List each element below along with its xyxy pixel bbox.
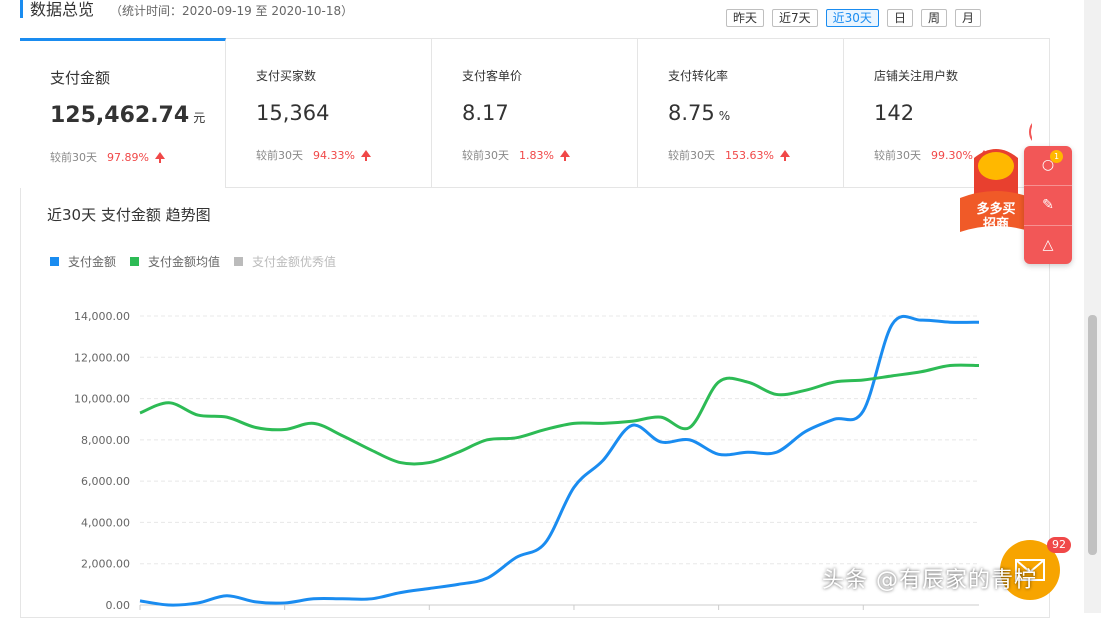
float-divider [1024, 225, 1072, 226]
kpi-compare-label: 较前30天 [50, 151, 97, 164]
kpi-value: 8.17 [462, 101, 513, 125]
kpi-value: 142 [874, 101, 918, 125]
range-month-button[interactable]: 月 [954, 9, 981, 27]
y-tick-label: 6,000.00 [81, 475, 130, 488]
range-buttons: 昨天 近7天 近30天 日 周 月 [726, 9, 981, 27]
range-day-button[interactable]: 日 [886, 9, 913, 27]
kpi-rate: 97.89% [107, 150, 149, 164]
float-toolbar: ○ ✎ △ [1024, 146, 1072, 264]
legend-label: 支付金额均值 [148, 255, 221, 269]
kpi-label: 店铺关注用户数 [874, 69, 959, 83]
y-tick-label: 12,000.00 [74, 351, 130, 364]
range-7days-button[interactable]: 近7天 [772, 9, 818, 27]
kpi-card-payment-amount[interactable]: 支付金额 125,462.74 元 较前30天 97.89% [20, 38, 226, 188]
legend-swatch [234, 257, 244, 266]
kpi-label: 支付转化率 [668, 69, 729, 83]
legend-item-average[interactable]: 支付金额均值 [130, 253, 220, 270]
chart-title: 近30天 支付金额 趋势图 [47, 206, 211, 224]
kpi-label: 支付金额 [50, 69, 111, 87]
series-line-1[interactable] [139, 363, 980, 466]
y-tick-label: 2,000.00 [81, 558, 130, 571]
kpi-compare-label: 较前30天 [874, 149, 921, 162]
stat-range: （统计时间：2020-09-19 至 2020-10-18） [110, 4, 354, 18]
kpi-number: 8.17 [462, 101, 509, 125]
legend-item-payment[interactable]: 支付金额 [50, 253, 116, 270]
kpi-value: 8.75% [668, 101, 730, 125]
y-tick-label: 10,000.00 [74, 393, 130, 406]
kpi-row: 支付金额 125,462.74 元 较前30天 97.89% 支付买家数 15,36… [20, 38, 1050, 188]
kpi-card-buyer-count[interactable]: 支付买家数 15,364 较前30天 94.33% [226, 38, 432, 188]
range-week-button[interactable]: 周 [920, 9, 947, 27]
legend-item-excellent[interactable]: 支付金额优秀值 [234, 253, 336, 270]
legend-swatch [50, 257, 59, 266]
kpi-number: 8.75 [668, 101, 715, 125]
kpi-value: 15,364 [256, 101, 333, 125]
kpi-compare-label: 较前30天 [668, 149, 715, 162]
mail-badge: 92 [1047, 537, 1071, 553]
kpi-number: 125,462.74 [50, 103, 190, 128]
arrow-up-stem [563, 155, 566, 161]
watermark: 头条 @有辰家的青柠 [822, 568, 1037, 593]
kpi-card-unit-price[interactable]: 支付客单价 8.17 较前30天 1.83% [432, 38, 638, 188]
edit-icon[interactable]: ✎ [1038, 195, 1058, 215]
promo-badge[interactable]: 多多买 招商 [960, 120, 1032, 236]
arrow-up-stem [783, 155, 786, 161]
chart-legend: 支付金额 支付金额均值 支付金额优秀值 [50, 253, 336, 270]
promo-text-line2: 招商 [983, 216, 1009, 232]
legend-label: 支付金额优秀值 [252, 255, 337, 269]
legend-label: 支付金额 [68, 255, 117, 269]
kpi-compare: 较前30天 94.33% [256, 147, 371, 163]
kpi-label: 支付客单价 [462, 69, 523, 83]
legend-swatch [130, 257, 140, 266]
warning-icon[interactable]: △ [1038, 235, 1058, 255]
kpi-compare: 较前30天 1.83% [462, 147, 570, 163]
scrollbar[interactable] [1084, 0, 1101, 613]
y-tick-label: 4,000.00 [81, 516, 130, 529]
float-divider [1024, 185, 1072, 186]
kpi-compare-label: 较前30天 [462, 149, 509, 162]
chat-badge: 1 [1050, 150, 1063, 163]
page-title: 数据总览 [30, 0, 95, 19]
y-tick-label: 8,000.00 [81, 434, 130, 447]
kpi-card-conversion-rate[interactable]: 支付转化率 8.75% 较前30天 153.63% [638, 38, 844, 188]
arrow-up-stem [158, 157, 161, 163]
kpi-unit: % [718, 109, 731, 123]
range-yesterday-button[interactable]: 昨天 [726, 9, 765, 27]
kpi-compare-label: 较前30天 [256, 149, 303, 162]
kpi-rate: 1.83% [519, 148, 554, 162]
y-tick-label: 0.00 [106, 599, 131, 612]
arrow-up-stem [364, 155, 367, 161]
kpi-number: 15,364 [256, 101, 330, 125]
promo-text-line1: 多多买 [976, 201, 1015, 217]
title-accent-bar [20, 0, 23, 18]
kpi-number: 142 [874, 101, 915, 125]
y-tick-label: 14,000.00 [74, 310, 130, 323]
range-30days-button[interactable]: 近30天 [825, 9, 879, 27]
kpi-value: 125,462.74 元 [50, 103, 205, 128]
kpi-label: 支付买家数 [256, 69, 317, 83]
kpi-compare: 较前30天 153.63% [668, 147, 790, 163]
kpi-compare: 较前30天 97.89% [50, 149, 165, 165]
scrollbar-thumb[interactable] [1088, 315, 1097, 555]
kpi-rate: 94.33% [313, 148, 355, 162]
kpi-rate: 153.63% [725, 148, 774, 162]
kpi-unit: 元 [193, 111, 206, 125]
